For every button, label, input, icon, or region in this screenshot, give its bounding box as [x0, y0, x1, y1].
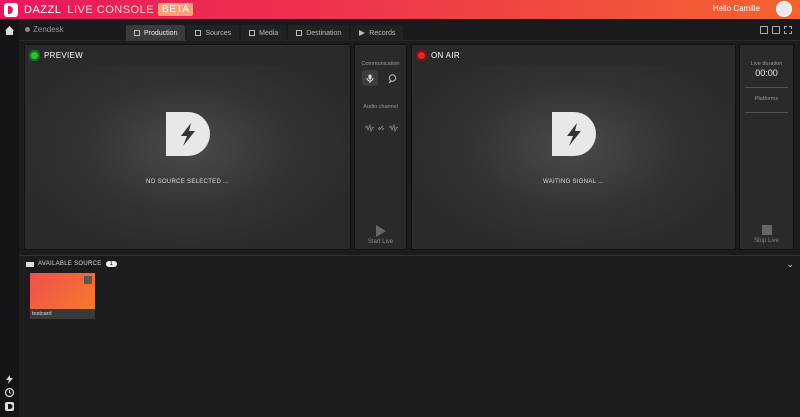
preview-status-icon: [29, 49, 40, 61]
destination-icon: [296, 30, 303, 36]
main-tabs: Production Sources Media Destination Rec…: [126, 25, 405, 41]
communication-label: Communication: [361, 61, 400, 67]
sources-header: AVAILABLE SOURCE 1: [26, 261, 118, 267]
tab-label: Media: [259, 29, 279, 37]
preview-screen[interactable]: NO SOURCE SELECTED ...: [26, 66, 349, 248]
stop-live-icon[interactable]: [762, 225, 772, 235]
tab-bar: Zendesk Production Sources Media Destina…: [19, 19, 800, 41]
audio-channel-controls[interactable]: [364, 119, 399, 133]
tab-label: Records: [369, 29, 396, 37]
available-sources-panel: AVAILABLE SOURCE 1 ⌄ ⋮ testcard: [19, 255, 800, 417]
camera-icon: [26, 261, 34, 267]
source-options-icon[interactable]: ⋮: [84, 276, 92, 284]
lightning-icon[interactable]: [4, 374, 15, 385]
live-duration-value: 00:00: [755, 68, 778, 78]
audio-wave-icon: [364, 123, 399, 133]
sources-title: AVAILABLE SOURCE: [38, 261, 102, 267]
home-icon[interactable]: [4, 25, 15, 36]
preview-title: PREVIEW: [44, 50, 83, 60]
workspace-label: Zendesk: [33, 25, 64, 34]
live-info-column: Live duration 00:00 Platforms Stop Live: [739, 44, 794, 250]
onair-message: WAITING SIGNAL ...: [543, 178, 604, 185]
divider: [745, 112, 788, 113]
controls-column: Communication Audio channel Start Live: [354, 44, 407, 250]
platforms-label: Platforms: [754, 96, 779, 102]
onair-header: ON AIR: [412, 45, 735, 65]
dazzl-small-logo-icon[interactable]: [4, 401, 15, 412]
tab-destination[interactable]: Destination: [288, 25, 350, 41]
top-bar: DAZZL LIVE CONSOLE BETA Hello Camille: [0, 0, 800, 19]
preview-header: PREVIEW: [25, 45, 350, 65]
tab-media[interactable]: Media: [241, 25, 287, 41]
microphone-button[interactable]: [362, 70, 378, 86]
workspace-dot-icon: [25, 27, 30, 32]
tab-label: Sources: [205, 29, 232, 37]
tab-records[interactable]: Records: [351, 25, 404, 41]
user-avatar[interactable]: [776, 1, 792, 17]
dazzl-placeholder-icon: [165, 111, 210, 156]
view-buttons: [756, 26, 792, 34]
chat-button[interactable]: [384, 70, 400, 86]
start-live-play-icon[interactable]: [376, 225, 386, 237]
dazzl-placeholder-icon: [551, 111, 596, 156]
beta-badge: BETA: [158, 3, 194, 16]
preview-message: NO SOURCE SELECTED ...: [146, 178, 229, 185]
onair-status-icon: [416, 49, 427, 61]
user-greeting[interactable]: Hello Camille: [713, 4, 760, 13]
chat-icon: [388, 73, 396, 83]
tab-sources[interactable]: Sources: [187, 25, 240, 41]
sources-count-badge: 1: [105, 261, 118, 267]
audio-channel-label: Audio channel: [363, 104, 398, 110]
brand-subtitle: LIVE CONSOLE: [67, 3, 155, 16]
tab-label: Destination: [306, 29, 342, 37]
onair-panel: ON AIR WAITING SIGNAL ...: [411, 44, 736, 250]
layout-left-icon[interactable]: [760, 26, 768, 34]
source-label: testcard: [30, 309, 95, 319]
chevron-down-icon[interactable]: ⌄: [786, 259, 794, 270]
source-card[interactable]: ⋮ testcard: [30, 273, 95, 319]
tab-label: Production: [144, 29, 178, 37]
left-sidebar: [0, 19, 19, 417]
onair-screen: WAITING SIGNAL ...: [413, 66, 734, 248]
source-thumbnail[interactable]: ⋮: [30, 273, 95, 309]
live-duration-label: Live duration: [750, 61, 783, 67]
workspace-name[interactable]: Zendesk: [25, 25, 64, 34]
media-icon: [249, 30, 256, 36]
tab-production[interactable]: Production: [126, 25, 186, 41]
onair-title: ON AIR: [431, 50, 460, 60]
production-icon: [134, 30, 140, 36]
start-live-button[interactable]: Start Live: [355, 239, 406, 245]
preview-panel: PREVIEW NO SOURCE SELECTED ...: [24, 44, 351, 250]
sources-icon: [195, 30, 202, 36]
divider: [745, 87, 788, 88]
history-icon[interactable]: [4, 387, 15, 398]
stop-live-button[interactable]: Stop Live: [740, 238, 793, 244]
records-icon: [359, 30, 366, 36]
dazzl-logo-icon[interactable]: [4, 2, 18, 17]
layout-right-icon[interactable]: [772, 26, 780, 34]
microphone-icon: [366, 74, 374, 83]
fullscreen-icon[interactable]: [784, 26, 792, 34]
brand-name: DAZZL: [24, 3, 62, 16]
